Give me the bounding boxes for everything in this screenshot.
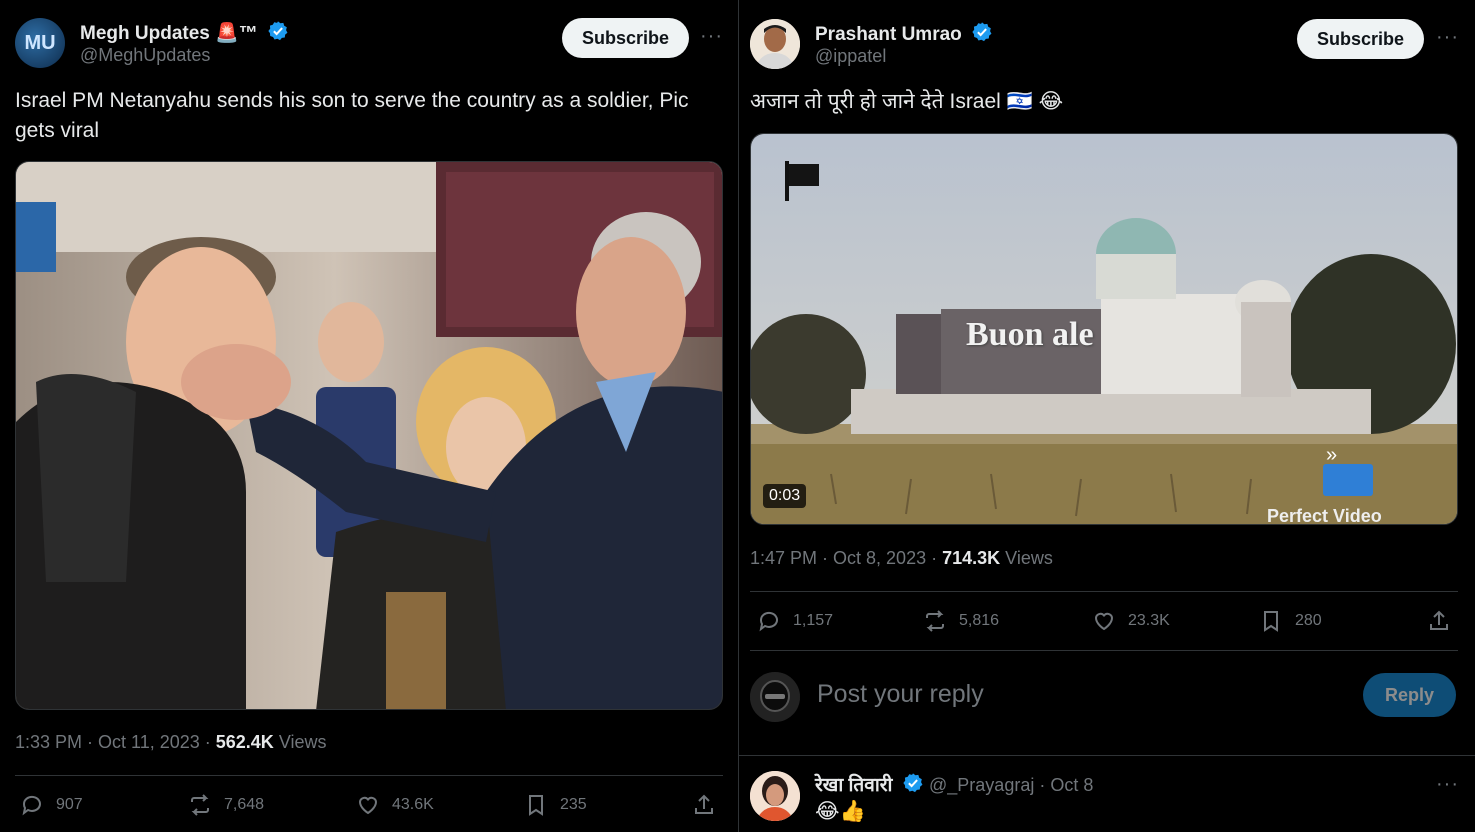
- tweet-text: अजान तो पूरी हो जाने देते Israel 🇮🇱 😂: [750, 90, 1064, 113]
- share-action[interactable]: [1427, 609, 1451, 633]
- like-icon: [1094, 612, 1114, 631]
- divider: [739, 755, 1475, 756]
- bookmark-count: 235: [560, 796, 587, 813]
- reply-author[interactable]: रेखा तिवारी @_Prayagraj · Oct 8: [815, 771, 1093, 797]
- verified-icon: [972, 22, 992, 42]
- tweet-photo[interactable]: [15, 161, 723, 710]
- avatar-initials: MU: [24, 31, 56, 54]
- fast-forward-icon: »: [1326, 444, 1338, 466]
- current-user-avatar-image: [750, 672, 800, 722]
- more-icon[interactable]: ···: [1436, 26, 1459, 49]
- timestamp[interactable]: 1:33 PM · Oct 11, 2023 ·: [15, 732, 216, 752]
- left-tweet: MU Megh Updates 🚨™ @MeghUpdates Subscrib…: [0, 0, 738, 832]
- reply-icon: [759, 611, 778, 632]
- views-label: Views: [273, 732, 327, 752]
- right-tweet: Prashant Umrao @ippatel Subscribe ··· अज…: [738, 0, 1475, 832]
- reply-author-avatar-image: [750, 771, 800, 821]
- reply-author-name: रेखा तिवारी: [815, 775, 893, 796]
- photo-image: [16, 162, 722, 709]
- reply-input[interactable]: Post your reply: [817, 680, 984, 709]
- share-icon: [1430, 610, 1448, 630]
- views-label: Views: [1000, 548, 1053, 568]
- author-handle[interactable]: @MeghUpdates: [80, 45, 210, 66]
- author-handle[interactable]: @ippatel: [815, 46, 886, 67]
- reply-action[interactable]: 907: [20, 793, 83, 817]
- author-name-text: Prashant Umrao: [815, 24, 962, 45]
- reply-text: 😂👍: [815, 800, 866, 823]
- verified-icon: [268, 21, 288, 41]
- views-count: 562.4K: [215, 732, 274, 752]
- avatar[interactable]: MU: [15, 18, 65, 68]
- bookmark-action[interactable]: 235: [524, 793, 587, 817]
- more-icon[interactable]: ···: [1436, 773, 1459, 796]
- reply-author-avatar[interactable]: [750, 771, 800, 821]
- repost-action[interactable]: 5,816: [923, 609, 999, 633]
- repost-action[interactable]: 7,648: [188, 793, 264, 817]
- bookmark-action[interactable]: 280: [1259, 609, 1322, 633]
- author-name[interactable]: Megh Updates 🚨™: [80, 20, 289, 45]
- divider: [15, 775, 723, 776]
- bookmark-count: 280: [1295, 612, 1322, 629]
- reply-action[interactable]: 1,157: [757, 609, 833, 633]
- repost-icon: [191, 794, 209, 816]
- bookmark-icon: [529, 795, 543, 816]
- divider: [750, 591, 1458, 592]
- verified-icon: [903, 773, 923, 793]
- reply-button[interactable]: Reply: [1363, 673, 1456, 717]
- tweet-meta: 1:47 PM · Oct 8, 2023 · 714.3K Views: [750, 548, 1053, 569]
- avatar-image: [750, 19, 800, 69]
- tweet-meta: 1:33 PM · Oct 11, 2023 · 562.4K Views: [15, 732, 327, 753]
- bookmark-icon: [1264, 611, 1278, 632]
- reply-handle-time: @_Prayagraj · Oct 8: [929, 775, 1094, 795]
- tweet-text: Israel PM Netanyahu sends his son to ser…: [15, 89, 689, 142]
- video-frame: [751, 134, 1457, 524]
- like-count: 43.6K: [392, 796, 434, 813]
- tweet-video[interactable]: Buon ale Perfect Video » 0:03: [750, 133, 1458, 525]
- share-action[interactable]: [692, 793, 716, 817]
- avatar[interactable]: [750, 19, 800, 69]
- like-action[interactable]: 43.6K: [356, 793, 434, 817]
- video-overlay-text: Buon ale: [966, 316, 1094, 353]
- more-icon[interactable]: ···: [700, 25, 723, 48]
- divider: [750, 650, 1458, 651]
- subscribe-button[interactable]: Subscribe: [1297, 19, 1424, 59]
- current-user-avatar[interactable]: [750, 672, 800, 722]
- repost-count: 7,648: [224, 796, 265, 813]
- share-icon: [695, 794, 713, 814]
- video-watermark: Perfect Video: [1267, 506, 1382, 525]
- timestamp[interactable]: 1:47 PM · Oct 8, 2023 ·: [750, 548, 942, 568]
- views-count: 714.3K: [942, 548, 1001, 568]
- reply-count: 907: [56, 796, 83, 813]
- like-action[interactable]: 23.3K: [1092, 609, 1170, 633]
- author-name-text: Megh Updates 🚨™: [80, 23, 258, 44]
- repost-count: 5,816: [959, 612, 1000, 629]
- reply-icon: [22, 795, 41, 816]
- like-icon: [358, 796, 378, 815]
- reply-count: 1,157: [793, 612, 834, 629]
- subscribe-button[interactable]: Subscribe: [562, 18, 689, 58]
- like-count: 23.3K: [1128, 612, 1170, 629]
- author-name[interactable]: Prashant Umrao: [815, 21, 993, 46]
- repost-icon: [926, 610, 944, 632]
- video-duration: 0:03: [763, 484, 807, 508]
